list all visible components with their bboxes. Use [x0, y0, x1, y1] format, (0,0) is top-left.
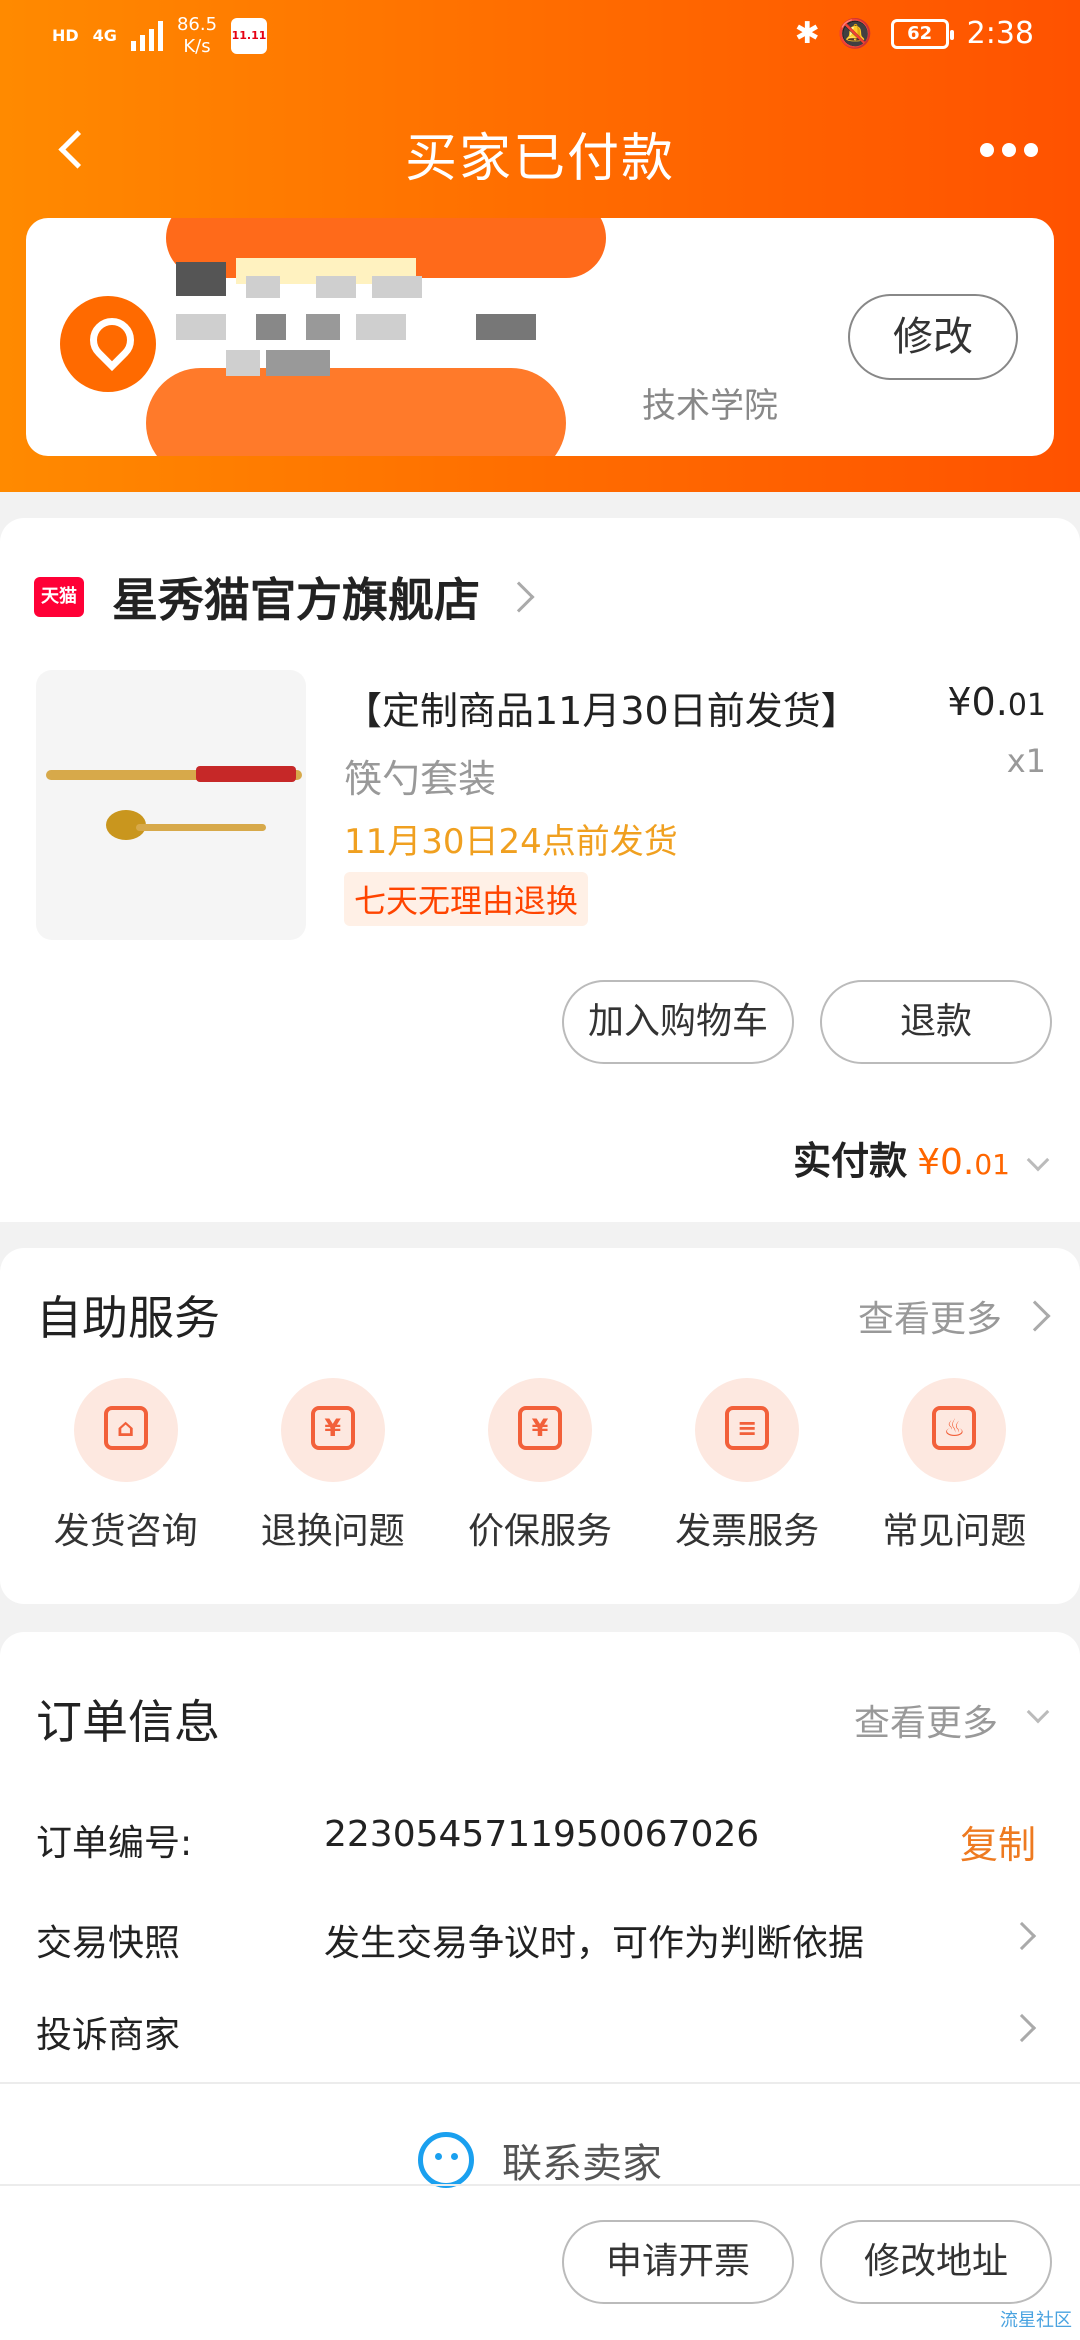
network-speed: 86.5 K/s — [177, 14, 217, 58]
request-invoice-button[interactable]: 申请开票 — [562, 2220, 794, 2304]
chevron-right-icon — [1007, 2013, 1037, 2043]
edit-address-button[interactable]: 修改 — [848, 294, 1018, 380]
order-info-title: 订单信息 — [36, 1695, 220, 1749]
watermark-text: 流星社区 — [1000, 2310, 1072, 2331]
shipping-note: 11月30日24点前发货 — [344, 822, 678, 862]
chat-bubble-icon — [418, 2132, 474, 2188]
chevron-right-icon — [1007, 1921, 1037, 1951]
nav-bar: 买家已付款 — [0, 100, 1080, 200]
yuan-return-icon: ¥ — [280, 1378, 385, 1482]
product-price: ¥0.01 — [947, 680, 1046, 724]
more-options-icon[interactable] — [980, 140, 1040, 160]
invoice-icon: ≡ — [695, 1378, 800, 1482]
speed-unit: K/s — [183, 36, 211, 57]
chevron-right-icon — [503, 581, 535, 613]
shipping-box-glyph: ⌂ — [103, 1406, 148, 1450]
address-text: 技术学院 — [642, 386, 778, 426]
order-info-more-label: 查看更多 — [853, 1703, 998, 1744]
service-faq[interactable]: ♨ 常见问题 — [864, 1378, 1044, 1554]
product-sku: 筷勺套装 — [344, 757, 497, 801]
chevron-right-icon — [1019, 1300, 1051, 1332]
paid-amount-cents: 01 — [974, 1148, 1010, 1181]
battery-icon: 62 — [890, 18, 954, 49]
contact-seller-button[interactable]: 联系卖家 — [0, 2112, 1080, 2208]
change-address-button[interactable]: 修改地址 — [820, 2220, 1052, 2304]
order-item-card: 天猫 星秀猫官方旗舰店 【定制商品11月30日前发货】 ¥0.01 筷勺套装 x… — [0, 518, 1080, 1222]
paid-amount: ¥0.01 — [917, 1142, 1010, 1183]
chopsticks-handle-graphic — [196, 766, 296, 782]
invoice-glyph: ≡ — [725, 1406, 770, 1450]
copy-order-number-button[interactable]: 复制 — [960, 1814, 1036, 1869]
chevron-down-icon — [1026, 1700, 1050, 1724]
service-invoice[interactable]: ≡ 发票服务 — [657, 1378, 837, 1554]
self-service-more-label: 查看更多 — [857, 1299, 1002, 1340]
return-policy-tag: 七天无理由退换 — [344, 872, 589, 926]
trade-snapshot-row[interactable]: 交易快照 发生交易争议时，可作为判断依据 — [36, 1914, 1046, 1966]
location-pin-icon — [60, 296, 156, 392]
redacted-address — [146, 218, 676, 456]
service-label: 发票服务 — [675, 1511, 820, 1552]
contact-seller-label: 联系卖家 — [502, 2141, 662, 2187]
product-price-main: ¥0. — [947, 680, 1008, 724]
order-number-label: 订单编号: — [36, 1823, 193, 1864]
trade-snapshot-value: 发生交易争议时，可作为判断依据 — [324, 1923, 865, 1964]
order-number-value: 2230545711950067026 — [324, 1814, 760, 1855]
mute-bell-icon: 🔕 — [837, 17, 873, 50]
trade-snapshot-label: 交易快照 — [36, 1923, 181, 1964]
price-protect-icon: ¥ — [487, 1378, 592, 1482]
address-card[interactable]: 技术学院 修改 — [26, 218, 1054, 456]
service-label: 常见问题 — [882, 1511, 1027, 1552]
self-service-title: 自助服务 — [36, 1291, 220, 1345]
paid-label: 实付款 — [793, 1139, 908, 1183]
order-info-more[interactable]: 查看更多 — [853, 1694, 1050, 1746]
price-protect-glyph: ¥ — [517, 1406, 562, 1450]
product-price-cents: 01 — [1007, 688, 1046, 723]
complain-seller-row[interactable]: 投诉商家 — [36, 2006, 1046, 2058]
complain-seller-label: 投诉商家 — [36, 2015, 181, 2056]
service-label: 价保服务 — [467, 1511, 612, 1552]
signal-icon — [130, 21, 163, 51]
product-quantity: x1 — [1006, 742, 1046, 780]
paid-amount-main: ¥0. — [917, 1142, 975, 1183]
refund-button[interactable]: 退款 — [820, 980, 1052, 1064]
shop-header[interactable]: 天猫 星秀猫官方旗舰店 — [34, 564, 535, 630]
shipping-box-icon: ⌂ — [73, 1378, 178, 1482]
flame-icon: ♨ — [902, 1378, 1007, 1482]
service-shipping-inquiry[interactable]: ⌂ 发货咨询 — [36, 1378, 216, 1554]
spoon-handle-graphic — [136, 824, 266, 831]
flame-glyph: ♨ — [932, 1406, 977, 1450]
chevron-down-icon — [1026, 1148, 1050, 1172]
shop-name[interactable]: 星秀猫官方旗舰店 — [112, 564, 480, 630]
status-bar: HD 4G 86.5 K/s 11.11 ✱ 🔕 62 2:38 — [0, 0, 1080, 80]
product-image[interactable] — [36, 670, 306, 940]
paid-amount-row[interactable]: 实付款 ¥0.01 — [793, 1130, 1050, 1185]
page-title: 买家已付款 — [404, 129, 675, 189]
bluetooth-icon: ✱ — [794, 16, 820, 51]
event-badge-icon: 11.11 — [231, 18, 268, 54]
service-return-issue[interactable]: ¥ 退换问题 — [243, 1378, 423, 1554]
hd-indicator: HD — [52, 26, 79, 45]
add-to-cart-button[interactable]: 加入购物车 — [562, 980, 794, 1064]
clock: 2:38 — [966, 16, 1034, 51]
service-grid: ⌂ 发货咨询 ¥ 退换问题 ¥ 价保服务 ≡ 发票服务 ♨ 常见问题 — [0, 1378, 1080, 1554]
order-number-row: 订单编号: 2230545711950067026 复制 — [36, 1814, 1046, 1869]
service-price-protection[interactable]: ¥ 价保服务 — [450, 1378, 630, 1554]
self-service-section: 自助服务 查看更多 ⌂ 发货咨询 ¥ 退换问题 ¥ 价保服务 ≡ 发票服务 ♨ … — [0, 1248, 1080, 1604]
divider — [0, 2082, 1080, 2084]
speed-value: 86.5 — [176, 14, 218, 35]
service-label: 发货咨询 — [53, 1511, 198, 1552]
product-title[interactable]: 【定制商品11月30日前发货】 — [344, 680, 904, 735]
self-service-more[interactable]: 查看更多 — [857, 1290, 1051, 1342]
divider — [0, 2184, 1080, 2186]
network-4g-indicator: 4G — [92, 26, 117, 45]
tmall-logo-icon: 天猫 — [34, 577, 84, 617]
service-label: 退换问题 — [260, 1511, 405, 1552]
yuan-return-glyph: ¥ — [310, 1406, 355, 1450]
